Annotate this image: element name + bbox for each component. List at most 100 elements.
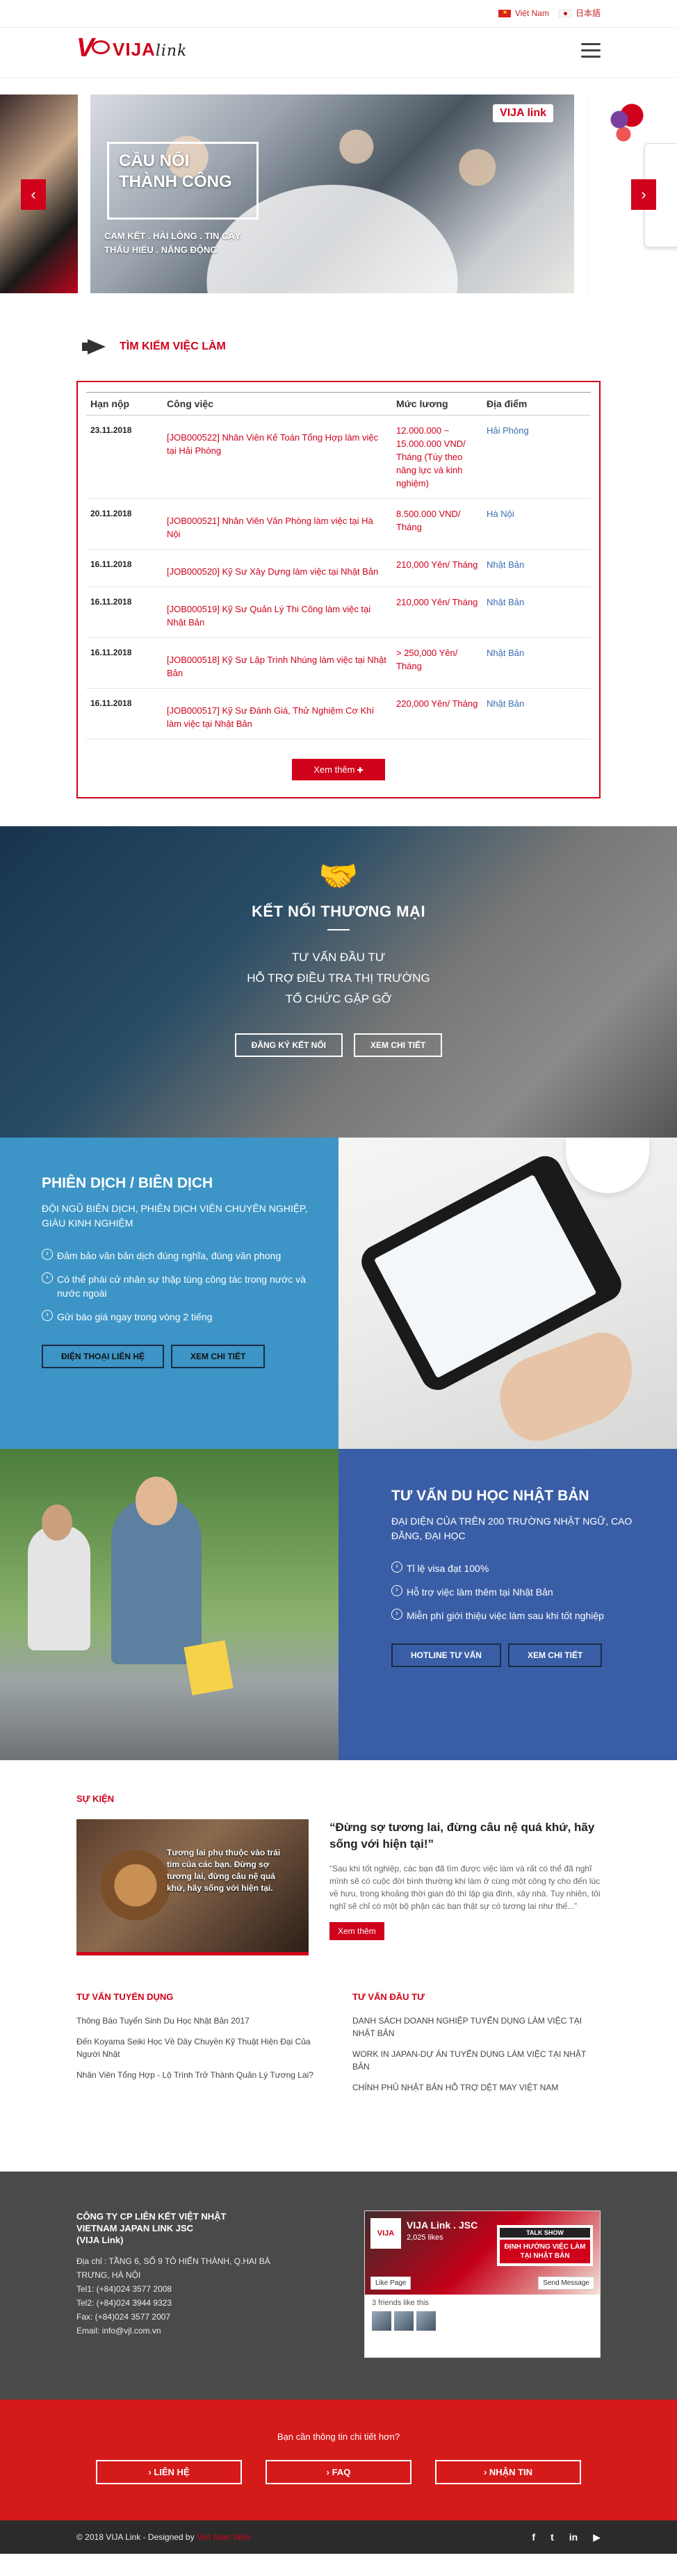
job-link[interactable]: [JOB000521] Nhân Viên Văn Phòng làm việc… [163, 498, 392, 550]
list-item[interactable]: Đến Koyama Seiki Học Về Dây Chuyền Kỹ Th… [76, 2035, 325, 2060]
logo-mark-icon [76, 33, 110, 63]
facebook-like-button[interactable]: Like Page [370, 2276, 411, 2290]
linkedin-icon[interactable]: in [569, 2532, 578, 2543]
list-item[interactable]: Nhân Viên Tổng Hợp - Lộ Trình Trở Thành … [76, 2069, 325, 2081]
event-image[interactable]: Tương lai phụ thuộc vào trái tim của các… [76, 1819, 309, 1955]
coffee-cup [566, 1138, 649, 1193]
job-search-section: TÌM KIẾM VIỆC LÀM Hạn nộp Công việc Mức … [0, 293, 677, 826]
event-more-button[interactable]: Xem thêm [329, 1922, 384, 1940]
handshake-icon: 🤝 [318, 858, 359, 894]
job-date: 20.11.2018 [86, 498, 163, 550]
company-tel1: Tel1: (+84)024 3577 2008 [76, 2284, 172, 2294]
trade-line: TƯ VẤN ĐẦU TƯ [291, 951, 386, 964]
list-item[interactable]: WORK IN JAPAN-DỰ ÁN TUYỂN DỤNG LÀM VIỆC … [352, 2048, 601, 2073]
study-details-button[interactable]: XEM CHI TIẾT [507, 1643, 603, 1667]
event-body: “Sau khi tốt nghiệp, các bạn đã tìm được… [329, 1864, 601, 1911]
language-japanese[interactable]: 日本語 [558, 7, 601, 19]
job-date: 16.11.2018 [86, 586, 163, 638]
job-link[interactable]: [JOB000522] Nhân Viên Kế Toán Tổng Hợp l… [163, 415, 392, 499]
register-connection-button[interactable]: ĐĂNG KÝ KẾT NỐI [234, 1033, 343, 1057]
table-row: 16.11.2018 [JOB000520] Kỹ Sư Xây Dựng là… [86, 549, 591, 587]
list-item[interactable]: DANH SÁCH DOANH NGHIỆP TUYỂN DỤNG LÀM VI… [352, 2015, 601, 2040]
company-email[interactable]: Email: info@vjl.com.vn [76, 2324, 299, 2338]
job-location: Hải Phòng [482, 415, 591, 499]
subscribe-button[interactable]: NHẬN TIN [435, 2460, 581, 2484]
contact-button[interactable]: LIÊN HỆ [96, 2460, 242, 2484]
study-abroad-panel: TƯ VẤN DU HỌC NHẬT BẢN ĐẠI DIỆN CỦA TRÊN… [338, 1449, 677, 1760]
faq-button[interactable]: FAQ [266, 2460, 411, 2484]
translation-details-button[interactable]: XEM CHI TIẾT [171, 1345, 266, 1368]
phone-contact-button[interactable]: ĐIỆN THOẠI LIÊN HỆ [42, 1345, 165, 1368]
job-location: Nhật Bản [482, 637, 591, 689]
facebook-likes: 2,025 likes [407, 2233, 443, 2242]
jobs-table-header: Hạn nộp Công việc Mức lương Địa điểm [86, 392, 591, 416]
site-logo[interactable]: VIJAlink [76, 33, 188, 63]
job-link[interactable]: [JOB000520] Kỹ Sư Xây Dựng làm việc tại … [163, 549, 392, 587]
trade-connection-section: 🤝 KẾT NỐI THƯƠNG MẠI TƯ VẤN ĐẦU TƯ HỖ TR… [0, 826, 677, 1138]
jobs-more-button[interactable]: Xem thêm [292, 759, 385, 780]
slider-prev-arrow-icon[interactable]: ‹ [21, 179, 46, 210]
list-item: Có thể phái cử nhân sự thập tùng công tá… [42, 1272, 311, 1300]
recruitment-list: TƯ VẤN TUYỂN DỤNG Thông Báo Tuyển Sinh D… [76, 1992, 325, 2102]
study-abroad-section: TƯ VẤN DU HỌC NHẬT BẢN ĐẠI DIỆN CỦA TRÊN… [0, 1449, 677, 1760]
site-header: VIJAlink [0, 28, 677, 78]
job-salary: 8.500.000 VND/ Tháng [392, 498, 482, 550]
language-vietnam[interactable]: Việt Nam [498, 8, 549, 18]
slide-tagline: CAM KẾT . HÀI LÒNG . TIN CẬY THẤU HIỂU .… [104, 231, 241, 255]
twitter-icon[interactable]: t [550, 2532, 554, 2543]
friend-avatars [365, 2311, 600, 2331]
investment-title: TƯ VẤN ĐẦU TƯ [352, 1992, 425, 2002]
facebook-cover: VIJA VIJA Link . JSC 2,025 likes TALK SH… [365, 2211, 600, 2295]
cta-section: Bạn cần thông tin chi tiết hơn? LIÊN HỆ … [0, 2399, 677, 2520]
hero-slider: VIJA link CẦU NỐI THÀNH CÔNG CAM KẾT . H… [0, 78, 677, 293]
table-row: 16.11.2018 [JOB000519] Kỹ Sư Quản Lý Thi… [86, 586, 591, 638]
facebook-page-name[interactable]: VIJA Link . JSC [407, 2220, 478, 2231]
study-abroad-title: TƯ VẤN DU HỌC NHẬT BẢN [391, 1488, 589, 1504]
list-item: Miễn phí giới thiệu việc làm sau khi tốt… [391, 1609, 649, 1623]
facebook-icon[interactable]: f [532, 2532, 535, 2543]
job-salary: 12.000.000 ~ 15.000.000 VND/ Tháng (Tùy … [392, 415, 482, 499]
job-link[interactable]: [JOB000519] Kỹ Sư Quản Lý Thi Công làm v… [163, 586, 392, 638]
list-item[interactable]: CHÍNH PHỦ NHẬT BẢN HỖ TRỢ DỆT MAY VIỆT N… [352, 2081, 601, 2094]
job-location: Nhật Bản [482, 549, 591, 587]
jobs-table: Hạn nộp Công việc Mức lương Địa điểm 23.… [86, 392, 591, 739]
event-quote[interactable]: “Đừng sợ tương lai, đừng câu nệ quá khứ,… [329, 1819, 601, 1853]
list-item[interactable]: Thông Báo Tuyển Sinh Du Học Nhật Bản 201… [76, 2015, 325, 2027]
company-info: CÔNG TY CP LIÊN KẾT VIỆT NHẬT VIETNAM JA… [76, 2210, 299, 2358]
logo-text: VIJAlink [113, 38, 188, 60]
megaphone-icon [82, 338, 110, 356]
title-divider [327, 929, 350, 930]
trade-details-button[interactable]: XEM CHI TIẾT [354, 1033, 443, 1057]
phone-photo [338, 1138, 677, 1449]
trade-line: HỖ TRỢ ĐIỀU TRA THỊ TRƯỜNG [247, 971, 430, 985]
menu-hamburger-icon[interactable] [581, 43, 601, 58]
col-deadline: Hạn nộp [86, 392, 163, 416]
slider-next-arrow-icon[interactable]: › [631, 179, 656, 210]
translation-panel: PHIÊN DỊCH / BIÊN DỊCH ĐỘI NGŨ BIÊN DỊCH… [0, 1138, 338, 1449]
decorative-circles-icon [607, 103, 649, 145]
facebook-message-button[interactable]: Send Message [538, 2276, 594, 2290]
list-item: Tỉ lệ visa đạt 100% [391, 1561, 649, 1575]
copyright-text: © 2018 VIJA Link - Designed by Viet Nam … [76, 2532, 250, 2542]
language-label: 日本語 [575, 8, 601, 18]
company-name: CÔNG TY CP LIÊN KẾT VIỆT NHẬT VIETNAM JA… [76, 2211, 227, 2245]
designer-link[interactable]: Viet Nam Web [197, 2532, 250, 2542]
youtube-icon[interactable]: ▶ [593, 2532, 601, 2543]
company-tel2: Tel2: (+84)024 3944 9323 [76, 2298, 172, 2308]
translation-title: PHIÊN DỊCH / BIÊN DỊCH [42, 1175, 213, 1191]
trade-connection-title: KẾT NỐI THƯƠNG MẠI [251, 903, 426, 920]
translation-section: PHIÊN DỊCH / BIÊN DỊCH ĐỘI NGŨ BIÊN DỊCH… [0, 1138, 677, 1449]
facebook-friends: 3 friends like this [372, 2299, 429, 2307]
job-search-title: TÌM KIẾM VIỆC LÀM [82, 338, 601, 356]
hotline-button[interactable]: HOTLINE TƯ VẤN [391, 1643, 501, 1667]
job-salary: 210,000 Yên/ Tháng [392, 586, 482, 638]
job-link[interactable]: [JOB000518] Kỹ Sư Lập Trình Nhúng làm vi… [163, 637, 392, 689]
col-job: Công việc [163, 392, 392, 416]
event-image-caption: Tương lai phụ thuộc vào trái tim của các… [167, 1848, 281, 1893]
list-item: Đảm bảo văn bản dịch đúng nghĩa, đúng vă… [42, 1249, 311, 1263]
facebook-avatar[interactable]: VIJA [370, 2218, 401, 2249]
social-links: f t in ▶ [532, 2532, 601, 2543]
job-salary: 210,000 Yên/ Tháng [392, 549, 482, 587]
company-fax: Fax: (+84)024 3577 2007 [76, 2312, 171, 2322]
job-link[interactable]: [JOB000517] Kỹ Sư Đánh Giá, Thử Nghiệm C… [163, 688, 392, 739]
